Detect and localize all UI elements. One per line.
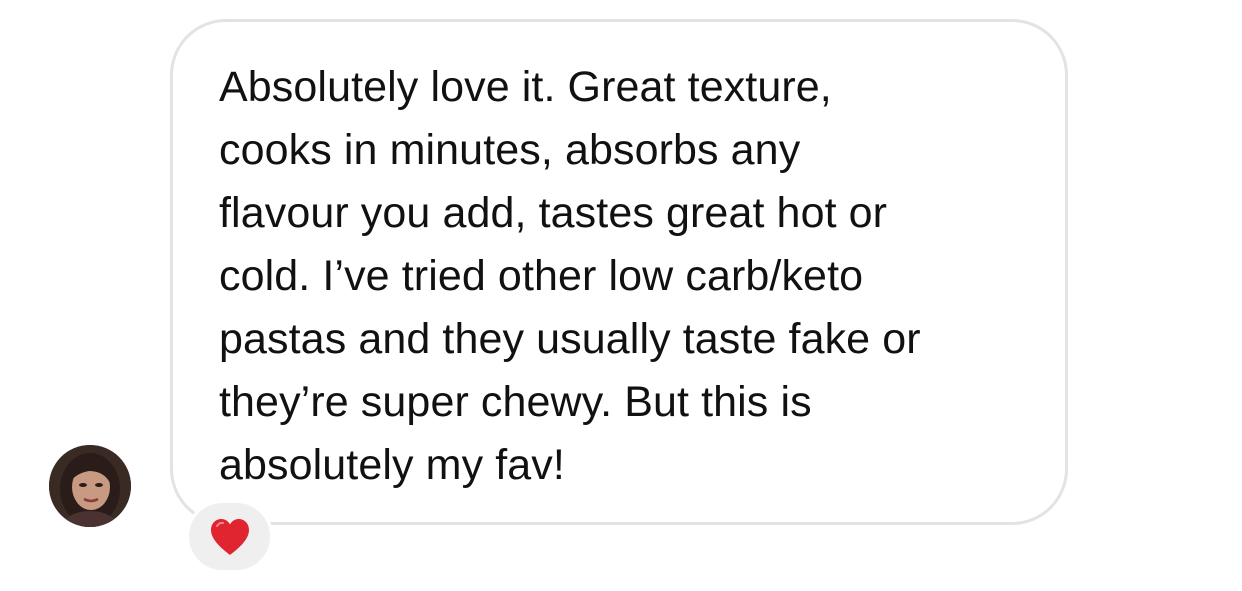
message-line: flavour you add, tastes great hot or [219, 189, 888, 237]
message-bubble[interactable]: Absolutely love it. Great texture, cooks… [170, 19, 1068, 525]
message-line: they’re super chewy. But this is [219, 378, 812, 426]
message-text: Absolutely love it. Great texture, cooks… [219, 56, 1049, 497]
avatar-image [49, 445, 131, 527]
message-line: cold. I’ve tried other low carb/keto [219, 252, 864, 300]
red-heart-icon [210, 518, 249, 555]
message-line: Absolutely love it. Great texture, [219, 63, 832, 111]
reaction-badge[interactable] [186, 500, 273, 573]
message-thread: Absolutely love it. Great texture, cooks… [0, 0, 1242, 591]
message-line: pastas and they usually taste fake or [219, 315, 921, 363]
avatar[interactable] [49, 445, 131, 527]
message-line: absolutely my fav! [219, 441, 565, 489]
message-line: cooks in minutes, absorbs any [219, 126, 801, 174]
